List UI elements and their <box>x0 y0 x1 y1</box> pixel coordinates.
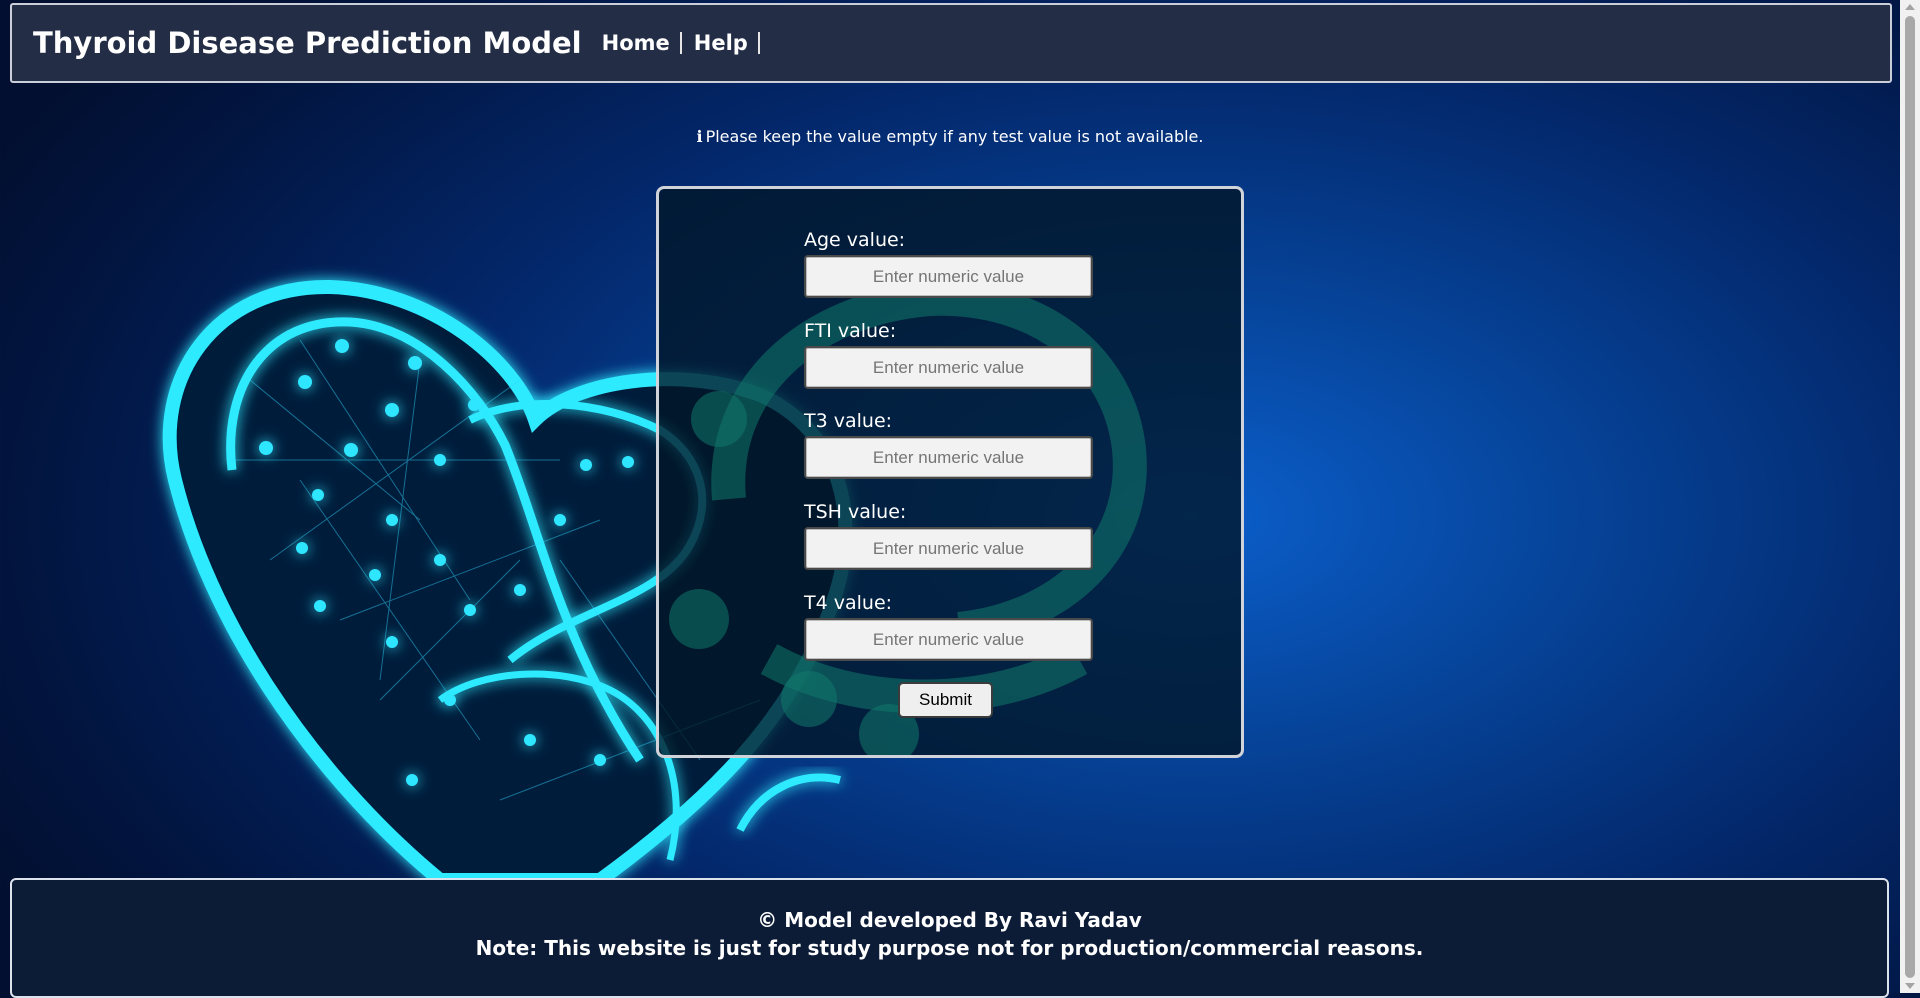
age-input[interactable] <box>804 255 1093 298</box>
footer: © Model developed By Ravi Yadav Note: Th… <box>10 878 1889 998</box>
brand-title: Thyroid Disease Prediction Model <box>33 26 582 60</box>
fti-label: FTI value: <box>804 320 897 342</box>
t4-label: T4 value: <box>804 592 893 614</box>
info-icon: ℹ <box>696 127 703 146</box>
age-label: Age value: <box>804 229 906 251</box>
t3-input[interactable] <box>804 436 1093 479</box>
footer-credit: © Model developed By Ravi Yadav <box>757 908 1142 932</box>
prediction-form-card: Age value: FTI value: T3 value: TSH valu… <box>656 186 1244 758</box>
page-scrollbar[interactable] <box>1900 0 1920 993</box>
scrollbar-thumb[interactable] <box>1905 16 1915 978</box>
scroll-up-arrow-icon[interactable] <box>1905 4 1915 10</box>
t3-field-group: T3 value: <box>804 408 1093 479</box>
tsh-input[interactable] <box>804 527 1093 570</box>
t4-input[interactable] <box>804 618 1093 661</box>
scroll-down-arrow-icon[interactable] <box>1905 983 1915 989</box>
footer-disclaimer: Note: This website is just for study pur… <box>475 936 1424 960</box>
fti-input[interactable] <box>804 346 1093 389</box>
nav-link-home[interactable]: Home <box>602 32 682 54</box>
fti-field-group: FTI value: <box>804 318 1093 389</box>
top-navbar: Thyroid Disease Prediction Model Home He… <box>10 3 1892 83</box>
t3-label: T3 value: <box>804 410 893 432</box>
info-notice: ℹ Please keep the value empty if any test… <box>0 127 1900 146</box>
info-notice-text: Please keep the value empty if any test … <box>705 127 1204 146</box>
submit-button[interactable]: Submit <box>898 682 993 718</box>
t4-field-group: T4 value: <box>804 590 1093 661</box>
tsh-label: TSH value: <box>804 501 907 523</box>
nav-link-help[interactable]: Help <box>694 32 760 54</box>
tsh-field-group: TSH value: <box>804 499 1093 570</box>
age-field-group: Age value: <box>804 227 1093 298</box>
